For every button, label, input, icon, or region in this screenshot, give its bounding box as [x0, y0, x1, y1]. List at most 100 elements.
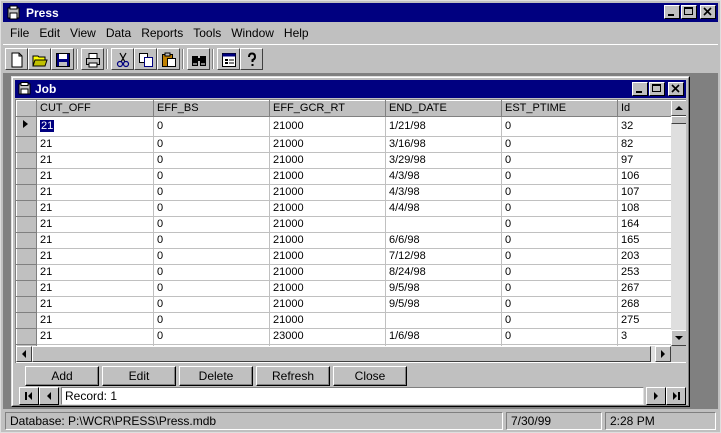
- first-record-button[interactable]: [19, 387, 39, 405]
- cell-eff-bs[interactable]: 0: [153, 168, 270, 185]
- cell-est-ptime[interactable]: 0: [501, 328, 618, 345]
- paste-button[interactable]: [157, 48, 180, 70]
- cell-eff-gcr-rt[interactable]: 21000: [269, 312, 386, 329]
- new-button[interactable]: [5, 48, 28, 70]
- cell-est-ptime[interactable]: 0: [501, 248, 618, 265]
- cell-id[interactable]: 275: [617, 312, 671, 329]
- cell-id[interactable]: 253: [617, 264, 671, 281]
- cell-id[interactable]: 107: [617, 184, 671, 201]
- table-row[interactable]: 21 0 21000 9/5/98 0 268: [16, 296, 671, 313]
- menu-edit[interactable]: Edit: [34, 26, 65, 40]
- row-selector[interactable]: [16, 328, 37, 345]
- row-selector[interactable]: [16, 200, 37, 217]
- child-maximize-button[interactable]: [649, 82, 665, 96]
- properties-button[interactable]: [217, 48, 240, 70]
- row-selector[interactable]: [16, 136, 37, 153]
- cell-eff-bs[interactable]: 0: [153, 136, 270, 153]
- table-row[interactable]: 21 0 23000 1/6/98 0 3: [16, 328, 671, 345]
- cell-end-date[interactable]: 4/3/98: [385, 168, 502, 185]
- cell-eff-gcr-rt[interactable]: 21000: [269, 296, 386, 313]
- column-header-eff-gcr-rt[interactable]: EFF_GCR_RT: [269, 100, 386, 117]
- table-row[interactable]: 21 0 21000 4/4/98 0 108: [16, 200, 671, 217]
- cell-end-date[interactable]: 9/5/98: [385, 280, 502, 297]
- cell-end-date[interactable]: 8/24/98: [385, 264, 502, 281]
- row-selector[interactable]: [16, 264, 37, 281]
- menu-data[interactable]: Data: [101, 26, 136, 40]
- cell-end-date[interactable]: 6/6/98: [385, 232, 502, 249]
- cell-id[interactable]: 82: [617, 136, 671, 153]
- table-row[interactable]: 21 0 21000 4/3/98 0 106: [16, 168, 671, 185]
- menu-window[interactable]: Window: [226, 26, 279, 40]
- cell-id[interactable]: 267: [617, 280, 671, 297]
- cell-eff-bs[interactable]: 0: [153, 200, 270, 217]
- table-row[interactable]: 21 0 21000 7/12/98 0 203: [16, 248, 671, 265]
- menu-help[interactable]: Help: [279, 26, 314, 40]
- edit-button[interactable]: Edit: [102, 366, 176, 386]
- cell-id[interactable]: 164: [617, 216, 671, 233]
- print-button[interactable]: [81, 48, 104, 70]
- cell-cut-off[interactable]: 21: [36, 200, 154, 217]
- cell-eff-bs[interactable]: 0: [153, 248, 270, 265]
- form-icon[interactable]: [18, 82, 32, 96]
- row-selector[interactable]: [16, 312, 37, 329]
- menu-view[interactable]: View: [65, 26, 101, 40]
- cell-cut-off[interactable]: 21: [36, 280, 154, 297]
- cell-id[interactable]: 97: [617, 152, 671, 169]
- row-selector[interactable]: [16, 296, 37, 313]
- column-header-id[interactable]: Id: [617, 100, 671, 117]
- add-button[interactable]: Add: [25, 366, 99, 386]
- delete-button[interactable]: Delete: [179, 366, 253, 386]
- menu-reports[interactable]: Reports: [136, 26, 188, 40]
- cell-est-ptime[interactable]: 0: [501, 200, 618, 217]
- maximize-button[interactable]: [681, 5, 697, 19]
- cell-eff-gcr-rt[interactable]: 21000: [269, 216, 386, 233]
- scroll-up-button[interactable]: [671, 100, 686, 116]
- cell-eff-gcr-rt[interactable]: 21000: [269, 264, 386, 281]
- cell-cut-off[interactable]: 21: [36, 136, 154, 153]
- row-selector[interactable]: [16, 116, 37, 137]
- cell-est-ptime[interactable]: 0: [501, 264, 618, 281]
- cell-end-date[interactable]: [385, 216, 502, 233]
- cell-eff-gcr-rt[interactable]: 21000: [269, 152, 386, 169]
- cell-eff-gcr-rt[interactable]: 21000: [269, 168, 386, 185]
- find-button[interactable]: [187, 48, 210, 70]
- last-record-button[interactable]: [666, 387, 686, 405]
- cell-cut-off[interactable]: 21: [36, 296, 154, 313]
- cell-id[interactable]: 203: [617, 248, 671, 265]
- refresh-button[interactable]: Refresh: [256, 366, 330, 386]
- table-row[interactable]: 21 0 21000 8/24/98 0 253: [16, 264, 671, 281]
- cell-eff-bs[interactable]: 0: [153, 296, 270, 313]
- cell-eff-gcr-rt[interactable]: 21000: [269, 200, 386, 217]
- horizontal-scroll-thumb[interactable]: [32, 346, 651, 362]
- cell-est-ptime[interactable]: 0: [501, 312, 618, 329]
- cell-end-date[interactable]: 9/5/98: [385, 296, 502, 313]
- close-form-button[interactable]: Close: [333, 366, 407, 386]
- cell-est-ptime[interactable]: 0: [501, 152, 618, 169]
- cell-est-ptime[interactable]: 0: [501, 232, 618, 249]
- cell-cut-off[interactable]: 21: [36, 168, 154, 185]
- cell-est-ptime[interactable]: 0: [501, 216, 618, 233]
- cell-eff-bs[interactable]: 0: [153, 328, 270, 345]
- scroll-right-button[interactable]: [655, 346, 671, 362]
- row-selector[interactable]: [16, 232, 37, 249]
- row-selector[interactable]: [16, 168, 37, 185]
- app-icon[interactable]: [6, 5, 22, 21]
- cell-eff-gcr-rt[interactable]: 21000: [269, 184, 386, 201]
- cell-cut-off[interactable]: 21: [36, 116, 154, 137]
- save-button[interactable]: [51, 48, 74, 70]
- table-row[interactable]: 21 0 21000 6/6/98 0 165: [16, 232, 671, 249]
- close-button[interactable]: [700, 5, 716, 19]
- cell-end-date[interactable]: 4/4/98: [385, 200, 502, 217]
- cell-id[interactable]: 32: [617, 116, 671, 137]
- table-row[interactable]: 21 0 21000 1/21/98 0 32: [16, 116, 671, 137]
- row-selector[interactable]: [16, 152, 37, 169]
- cell-cut-off[interactable]: 21: [36, 184, 154, 201]
- cell-est-ptime[interactable]: 0: [501, 168, 618, 185]
- column-header-cut-off[interactable]: CUT_OFF: [36, 100, 154, 117]
- cell-end-date[interactable]: 1/6/98: [385, 328, 502, 345]
- help-button[interactable]: [240, 48, 263, 70]
- cell-eff-bs[interactable]: 0: [153, 264, 270, 281]
- row-selector[interactable]: [16, 280, 37, 297]
- table-row[interactable]: 21 0 21000 9/5/98 0 267: [16, 280, 671, 297]
- cell-end-date[interactable]: 1/21/98: [385, 116, 502, 137]
